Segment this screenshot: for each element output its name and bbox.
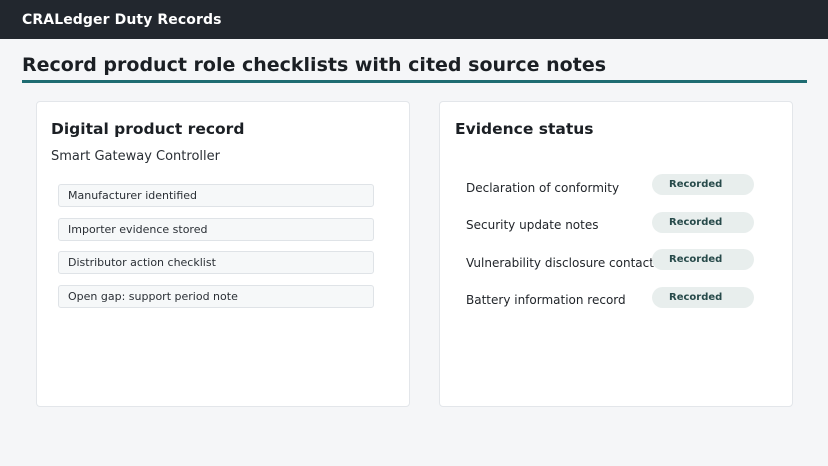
checklist-item-label: Manufacturer identified [68,189,198,202]
checklist-item-label: Importer evidence stored [68,222,208,236]
role-checklist: Manufacturer identified Importer evidenc… [58,184,374,319]
evidence-row-vulnerability-contact: Vulnerability disclosure contact Recorde… [466,244,776,282]
product-name: Smart Gateway Controller [51,149,220,164]
card-title: Evidence status [455,120,594,138]
status-badge: Recorded [652,211,754,233]
top-bar: CRALedger Duty Records [0,0,828,39]
app-title: CRALedger Duty Records [22,11,222,28]
status-badge: Recorded [652,286,754,308]
page-title: Record product role checklists with cite… [22,54,607,76]
evidence-row-battery-info: Battery information record Recorded [466,282,776,320]
card-title: Digital product record [51,120,245,138]
status-badge: Recorded [652,174,754,195]
checklist-item-label: Open gap: support period note [68,290,238,304]
evidence-row-security-update: Security update notes Recorded [466,207,776,245]
title-divider [22,80,807,83]
digital-product-record-card: Digital product record Smart Gateway Con… [36,101,410,407]
evidence-label: Security update notes [466,218,599,233]
checklist-item-importer[interactable]: Importer evidence stored [58,217,374,241]
evidence-status-list: Declaration of conformity Recorded Secur… [466,169,776,319]
checklist-item-label: Distributor action checklist [68,256,216,270]
evidence-label: Declaration of conformity [466,180,620,195]
evidence-status-card: Evidence status Declaration of conformit… [439,101,793,407]
evidence-row-declaration: Declaration of conformity Recorded [466,169,776,207]
status-badge: Recorded [652,249,754,270]
checklist-item-open-gap[interactable]: Open gap: support period note [58,285,374,309]
checklist-item-distributor[interactable]: Distributor action checklist [58,251,374,275]
evidence-label: Vulnerability disclosure contact [466,255,654,270]
checklist-item-manufacturer[interactable]: Manufacturer identified [58,184,374,207]
evidence-label: Battery information record [466,293,626,308]
